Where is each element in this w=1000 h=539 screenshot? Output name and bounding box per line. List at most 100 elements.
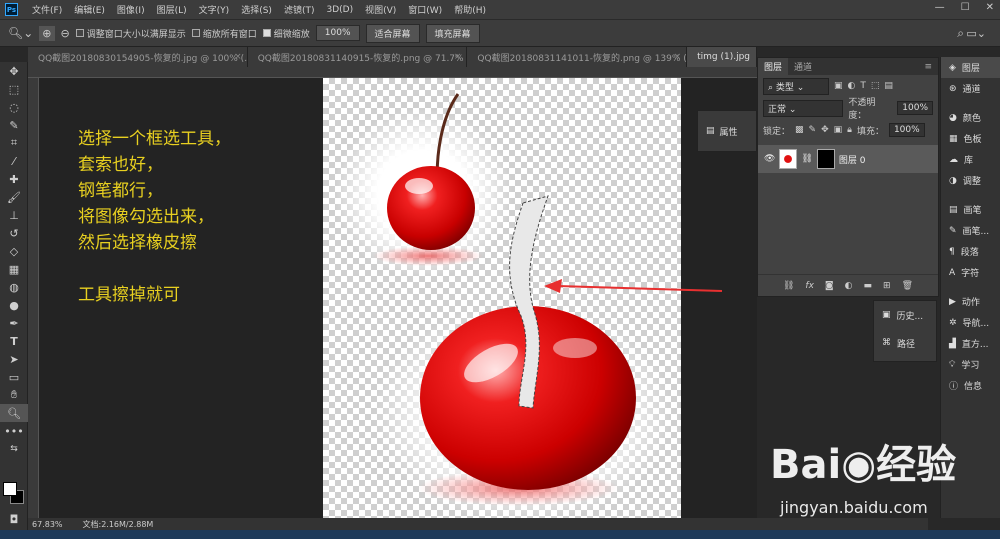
zoom-level[interactable]: 67.83% xyxy=(32,520,63,529)
stamp-tool-icon[interactable]: ⊥ xyxy=(0,206,28,224)
quick-mask-icon[interactable]: ◘ xyxy=(0,510,28,528)
lock-image-icon[interactable]: ✎ xyxy=(809,125,817,135)
panel-navigator[interactable]: ✲ 导航... xyxy=(941,312,1000,333)
path-select-tool-icon[interactable]: ➤ xyxy=(0,350,28,368)
adjustment-layer-icon[interactable]: ◐ xyxy=(845,281,853,291)
filter-pixel-icon[interactable]: ▣ xyxy=(834,81,843,91)
menu-select[interactable]: 选择(S) xyxy=(235,3,278,16)
zoom-in-icon[interactable]: ⊕ xyxy=(39,25,55,41)
lock-transparency-icon[interactable]: ▩ xyxy=(795,125,804,135)
menu-view[interactable]: 视图(V) xyxy=(359,3,402,16)
menu-help[interactable]: 帮助(H) xyxy=(448,3,492,16)
panel-adjustments[interactable]: ◑ 调整 xyxy=(941,170,1000,191)
maximize-button[interactable]: ☐ xyxy=(961,2,970,13)
panel-layers[interactable]: ◈ 图层 xyxy=(941,57,1000,78)
panel-channels[interactable]: ⊛ 通道 xyxy=(941,78,1000,99)
menu-window[interactable]: 窗口(W) xyxy=(402,3,448,16)
panel-color[interactable]: ◕ 颜色 xyxy=(941,107,1000,128)
panel-character[interactable]: A 字符 xyxy=(941,262,1000,283)
document-canvas[interactable] xyxy=(323,78,681,518)
zoom-all-windows-checkbox[interactable]: 缩放所有窗口 xyxy=(191,27,257,40)
type-tool-icon[interactable]: T xyxy=(0,332,28,350)
eraser-tool-icon[interactable]: ◇ xyxy=(0,242,28,260)
close-icon[interactable]: × xyxy=(454,52,462,62)
zoom-out-icon[interactable]: ⊖ xyxy=(61,27,70,40)
lasso-tool-icon[interactable]: ◌ xyxy=(0,98,28,116)
layer-filter-select[interactable]: ⌕ 类型 ⌄ xyxy=(763,77,829,95)
opacity-field[interactable]: 100% xyxy=(897,101,933,115)
filter-type-icon[interactable]: T xyxy=(860,81,866,91)
filter-smart-icon[interactable]: ▤ xyxy=(884,81,893,91)
panel-learn[interactable]: 💡︎ 学习 xyxy=(941,354,1000,375)
panel-paragraph[interactable]: ¶ 段落 xyxy=(941,241,1000,262)
add-mask-icon[interactable]: ◙ xyxy=(825,281,834,291)
tab-doc-4[interactable]: timg (1).jpg xyxy=(687,47,758,67)
trash-icon[interactable]: 🗑︎ xyxy=(902,281,913,291)
blend-mode-select[interactable]: 正常 ⌄ xyxy=(763,99,844,117)
tab-doc-3[interactable]: QQ截图20180831141011-恢复的.png @ 139% (... × xyxy=(467,47,688,67)
fx-icon[interactable]: fx xyxy=(805,281,814,291)
close-icon[interactable]: × xyxy=(234,52,242,62)
menu-file[interactable]: 文件(F) xyxy=(26,3,68,16)
filter-adjust-icon[interactable]: ◐ xyxy=(848,81,856,91)
workspace-icon[interactable]: ▭⌄ xyxy=(966,27,986,40)
move-tool-icon[interactable]: ✥ xyxy=(0,62,28,80)
close-icon[interactable]: × xyxy=(674,52,682,62)
eyedropper-tool-icon[interactable]: ⁄ xyxy=(0,152,28,170)
marquee-tool-icon[interactable]: ⬚ xyxy=(0,80,28,98)
lock-all-icon[interactable]: 🔒︎ xyxy=(847,125,852,135)
scrubby-zoom-checkbox[interactable]: 细微缩放 xyxy=(262,27,310,40)
resize-windows-checkbox[interactable]: 调整窗口大小以满屏显示 xyxy=(75,27,186,40)
more-tools-icon[interactable]: ••• xyxy=(0,422,28,440)
panel-histogram[interactable]: ▟ 直方... xyxy=(941,333,1000,354)
menu-layer[interactable]: 图层(L) xyxy=(151,3,193,16)
new-group-icon[interactable]: ▬ xyxy=(864,281,873,291)
tab-doc-1[interactable]: QQ截图20180830154905-恢复的.jpg @ 100% (... × xyxy=(28,47,248,67)
new-layer-icon[interactable]: ⊞ xyxy=(883,281,891,291)
fill-field[interactable]: 100% xyxy=(888,123,925,137)
panel-actions[interactable]: ▶ 动作 xyxy=(941,291,1000,312)
search-icon[interactable]: ⌕ xyxy=(957,26,964,41)
minimize-button[interactable]: — xyxy=(935,2,945,13)
close-button[interactable]: ✕ xyxy=(986,2,994,13)
fit-screen-button[interactable]: 适合屏幕 xyxy=(365,23,420,43)
blur-tool-icon[interactable]: ◍ xyxy=(0,278,28,296)
crop-tool-icon[interactable]: ⌗ xyxy=(0,134,28,152)
panel-libraries[interactable]: ☁︎ 库 xyxy=(941,149,1000,170)
menu-3d[interactable]: 3D(D) xyxy=(320,5,359,15)
tab-doc-2[interactable]: QQ截图20180831140915-恢复的.png @ 71.7% (... × xyxy=(247,47,468,67)
zoom-tool-icon[interactable]: 🔍︎⌄ xyxy=(8,26,33,40)
history-item[interactable]: ▣ 历史... xyxy=(874,301,936,329)
eye-icon[interactable]: 👁︎ xyxy=(764,154,775,164)
gradient-tool-icon[interactable]: ▦ xyxy=(0,260,28,278)
panel-info[interactable]: ⓘ 信息 xyxy=(941,375,1000,396)
link-layers-icon[interactable]: ⛓︎ xyxy=(783,281,794,291)
menu-type[interactable]: 文字(Y) xyxy=(193,3,236,16)
pen-tool-icon[interactable]: ✒︎ xyxy=(0,314,28,332)
lock-position-icon[interactable]: ✥ xyxy=(821,125,829,135)
lock-artboard-icon[interactable]: ▣ xyxy=(834,125,843,135)
menu-edit[interactable]: 编辑(E) xyxy=(68,3,111,16)
tab-layers[interactable]: 图层 xyxy=(758,58,789,75)
foreground-color-swatch[interactable] xyxy=(3,482,17,496)
history-brush-icon[interactable]: ↺ xyxy=(0,224,28,242)
zoom-tool-icon[interactable]: 🔍︎ xyxy=(0,404,28,422)
brush-tool-icon[interactable]: 🖌︎ xyxy=(0,188,28,206)
layer-row[interactable]: 👁︎ ⛓︎ 图层 0 xyxy=(758,145,938,173)
filter-shape-icon[interactable]: ⬚ xyxy=(871,81,880,91)
tab-channels[interactable]: 通道 xyxy=(788,58,818,75)
shape-tool-icon[interactable]: ▭ xyxy=(0,368,28,386)
swap-colors-icon[interactable]: ⇆ xyxy=(0,440,28,458)
properties-panel[interactable]: ▤ 属性 xyxy=(697,110,757,152)
menu-filter[interactable]: 滤镜(T) xyxy=(278,3,321,16)
quick-select-tool-icon[interactable]: ✎ xyxy=(0,116,28,134)
hand-tool-icon[interactable]: ✋︎ xyxy=(0,386,28,404)
panel-brush[interactable]: ▤ 画笔 xyxy=(941,199,1000,220)
paths-item[interactable]: ⌘ 路径 xyxy=(874,329,936,357)
menu-image[interactable]: 图像(I) xyxy=(111,3,151,16)
zoom-100-button[interactable]: 100% xyxy=(315,25,360,41)
fill-screen-button[interactable]: 填充屏幕 xyxy=(425,23,480,43)
panel-menu-icon[interactable]: ≡ xyxy=(924,62,938,72)
healing-tool-icon[interactable]: ✚ xyxy=(0,170,28,188)
panel-swatches[interactable]: ▦ 色板 xyxy=(941,128,1000,149)
